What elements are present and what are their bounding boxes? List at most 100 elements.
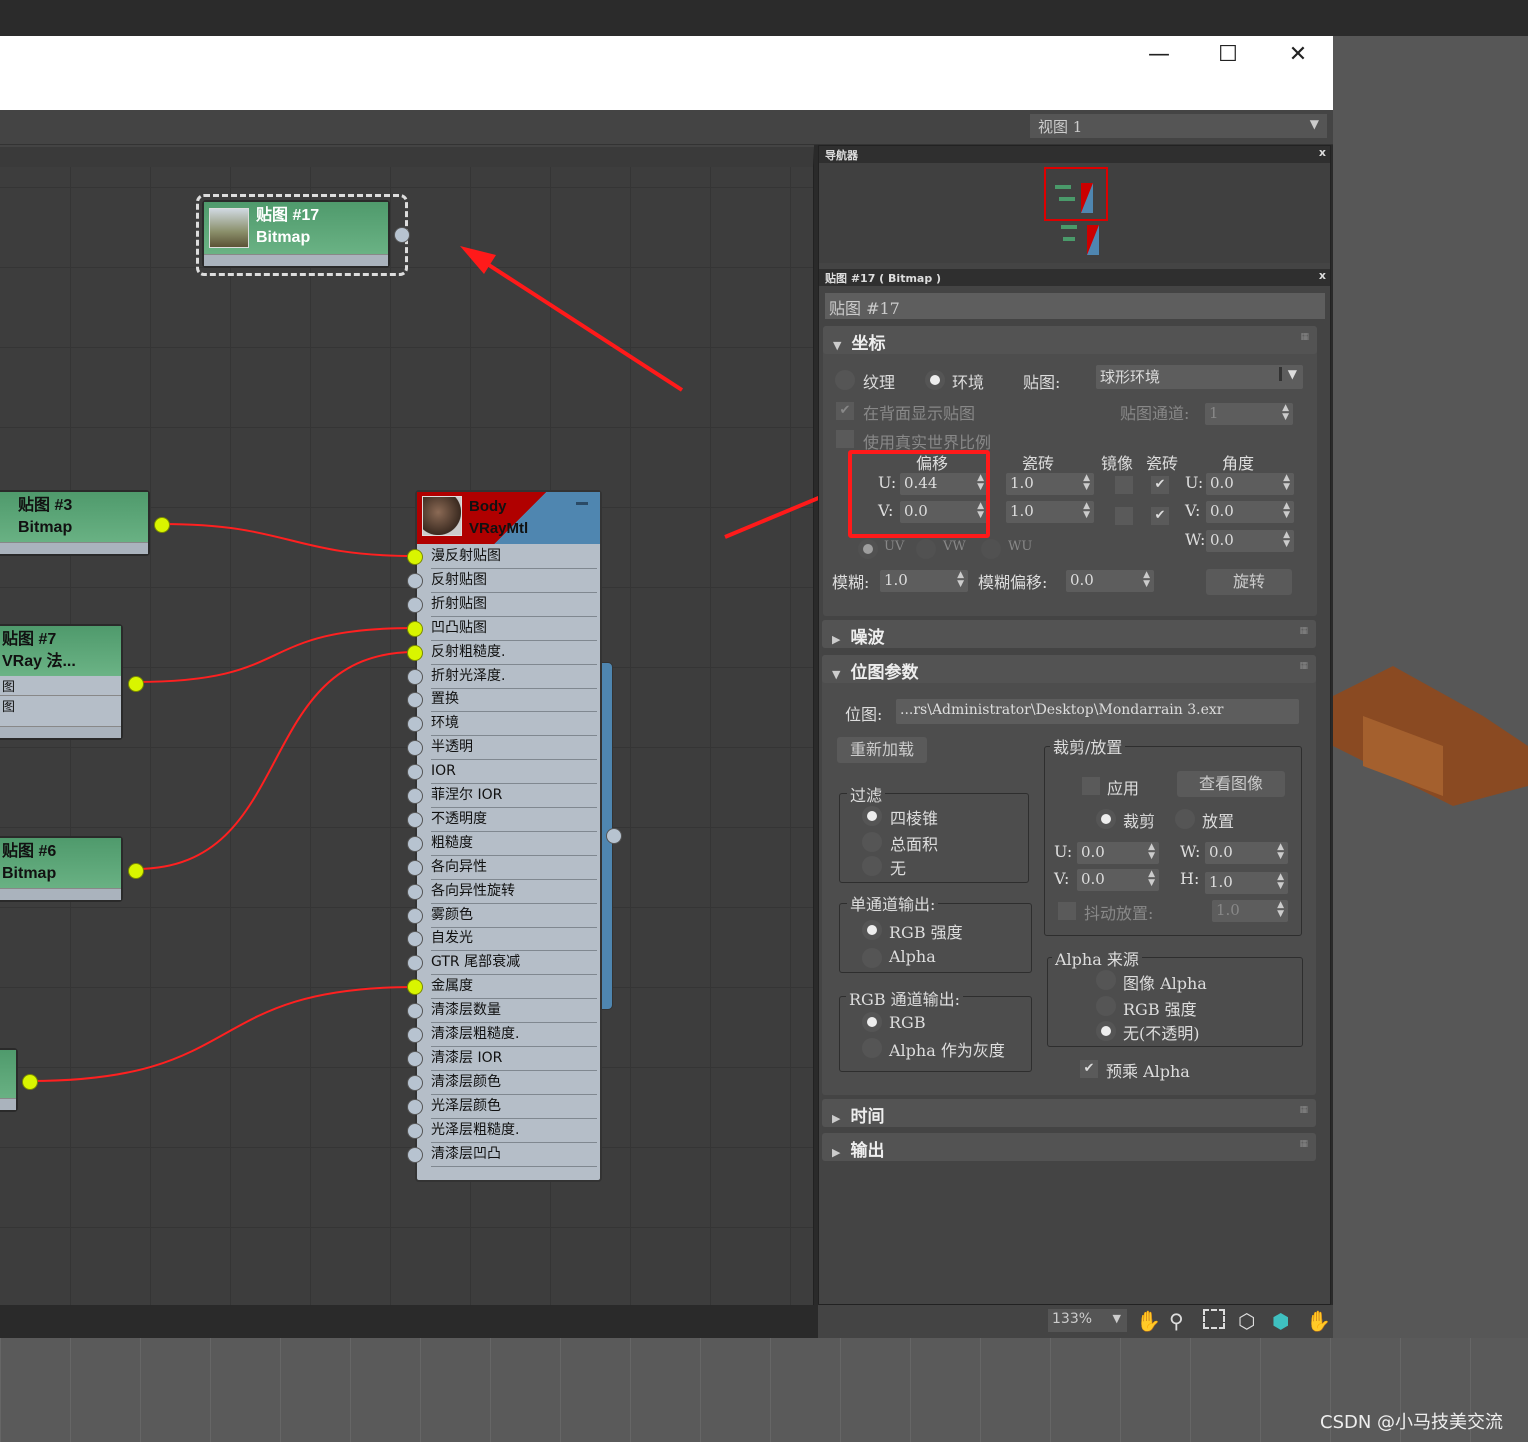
tile-v-checkbox[interactable]: ✔ bbox=[1151, 507, 1169, 525]
node-map6[interactable]: 贴图 #6 Bitmap bbox=[0, 836, 144, 902]
filter-none-radio[interactable] bbox=[862, 856, 882, 876]
output-socket[interactable] bbox=[128, 863, 144, 879]
uv-radio[interactable] bbox=[858, 539, 878, 559]
map-channel-spinner[interactable]: 1 ▲ ▼ bbox=[1205, 403, 1293, 425]
input-socket[interactable] bbox=[407, 931, 423, 948]
show-back-checkbox[interactable]: ✔ bbox=[836, 402, 854, 420]
zoom-select[interactable]: 133% ▼ bbox=[1048, 1309, 1127, 1332]
material-slot[interactable]: GTR 尾部衰减 bbox=[431, 951, 597, 976]
mapping-select[interactable]: 球形环境 ▼ bbox=[1096, 365, 1303, 389]
input-socket[interactable] bbox=[407, 1122, 423, 1139]
input-socket[interactable] bbox=[407, 979, 423, 996]
material-slot[interactable]: 光泽层粗糙度. bbox=[431, 1119, 597, 1143]
zoom-region-icon[interactable] bbox=[1203, 1309, 1225, 1329]
input-socket[interactable] bbox=[407, 835, 423, 852]
node-map3[interactable]: 贴图 #3 Bitmap bbox=[0, 490, 170, 556]
crop-u-spinner[interactable]: 0.0 ▲ ▼ bbox=[1077, 842, 1159, 864]
material-slot[interactable]: 反射粗糙度. bbox=[431, 641, 597, 665]
material-slot[interactable]: 自发光 bbox=[431, 927, 597, 952]
pan-to-selected-icon[interactable]: ✋ bbox=[1306, 1309, 1331, 1333]
rollout-bitmap[interactable]: ▼ 位图参数 ▦ bbox=[822, 655, 1316, 683]
material-slot[interactable]: 折射光泽度. bbox=[431, 665, 597, 689]
filter-summed-radio[interactable] bbox=[862, 832, 882, 852]
close-icon[interactable]: x bbox=[1319, 269, 1326, 282]
blur-spinner[interactable]: 1.0 ▲ ▼ bbox=[880, 570, 968, 592]
input-socket[interactable] bbox=[407, 1003, 423, 1020]
rotate-button[interactable]: 旋转 bbox=[1206, 569, 1292, 595]
blur-offset-spinner[interactable]: 0.0 ▲ ▼ bbox=[1066, 570, 1154, 592]
output-socket[interactable] bbox=[394, 227, 410, 243]
environ-radio[interactable] bbox=[925, 370, 945, 390]
close-icon[interactable]: ✕ bbox=[1283, 40, 1313, 70]
input-socket[interactable] bbox=[407, 644, 423, 661]
zoom-magnifier-icon[interactable]: ⚲ bbox=[1169, 1309, 1184, 1333]
map-name-field[interactable]: 贴图 #17 bbox=[825, 293, 1325, 319]
alpha-image-radio[interactable] bbox=[1096, 970, 1116, 990]
material-slot[interactable]: 清漆层颜色 bbox=[431, 1071, 597, 1095]
material-slot[interactable]: 各向异性旋转 bbox=[431, 880, 597, 904]
material-slot[interactable]: 清漆层 IOR bbox=[431, 1047, 597, 1071]
real-world-checkbox[interactable] bbox=[836, 430, 854, 448]
material-slot[interactable]: 粗糙度 bbox=[431, 832, 597, 856]
angle-u-spinner[interactable]: 0.0 ▲ ▼ bbox=[1206, 473, 1294, 495]
material-slot[interactable]: 反射贴图 bbox=[431, 569, 597, 593]
input-socket[interactable] bbox=[407, 907, 423, 924]
material-slot[interactable]: 菲涅尔 IOR bbox=[431, 784, 597, 808]
crop-apply-checkbox[interactable] bbox=[1082, 777, 1100, 795]
input-socket[interactable] bbox=[407, 859, 423, 876]
material-slot[interactable]: 清漆层凹凸 bbox=[431, 1143, 597, 1167]
input-socket[interactable] bbox=[407, 1098, 423, 1115]
input-socket[interactable] bbox=[407, 668, 423, 685]
tile-u-checkbox[interactable]: ✔ bbox=[1151, 476, 1169, 494]
input-socket[interactable] bbox=[407, 1027, 423, 1043]
material-slot[interactable]: 清漆层数量 bbox=[431, 999, 597, 1024]
node-partial[interactable] bbox=[0, 1048, 38, 1112]
rgb-alpha-radio[interactable] bbox=[862, 1038, 882, 1058]
node-material[interactable]: Body VRayMtl 漫反射贴图 反射贴图 折射贴图 凹凸贴图 反射粗糙度. 折射光泽… bbox=[407, 490, 602, 1182]
angle-w-spinner[interactable]: 0.0 ▲ ▼ bbox=[1206, 530, 1294, 552]
node-map7[interactable]: 贴图 #7 VRay 法... 图 图 bbox=[0, 624, 144, 740]
rollout-coords[interactable]: ▼ 坐标 ▦ bbox=[823, 326, 1317, 354]
crop-h-spinner[interactable]: 1.0 ▲ ▼ bbox=[1205, 872, 1288, 894]
output-socket[interactable] bbox=[22, 1074, 38, 1090]
rollout-noise[interactable]: ▶ 噪波 ▦ bbox=[822, 620, 1316, 648]
reload-button[interactable]: 重新加载 bbox=[837, 737, 927, 763]
output-socket[interactable] bbox=[128, 676, 144, 692]
navigator-view[interactable] bbox=[819, 163, 1330, 263]
output-socket[interactable] bbox=[154, 517, 170, 533]
rollout-output[interactable]: ▶ 输出 ▦ bbox=[822, 1133, 1316, 1161]
viewport-3d[interactable] bbox=[0, 1338, 1528, 1442]
jitter-checkbox[interactable] bbox=[1058, 902, 1076, 920]
crop-v-spinner[interactable]: 0.0 ▲ ▼ bbox=[1077, 869, 1159, 891]
texture-radio[interactable] bbox=[835, 370, 855, 390]
input-socket[interactable] bbox=[407, 620, 423, 637]
material-slot[interactable]: 凹凸贴图 bbox=[431, 617, 597, 641]
alpha-rgb-radio[interactable] bbox=[1096, 996, 1116, 1016]
filter-pyramidal-radio[interactable] bbox=[862, 806, 882, 826]
crop-radio[interactable] bbox=[1096, 809, 1116, 829]
input-socket[interactable] bbox=[407, 883, 423, 900]
jitter-spinner[interactable]: 1.0 ▲ ▼ bbox=[1212, 900, 1288, 922]
mirror-u-checkbox[interactable] bbox=[1115, 476, 1133, 494]
mono-rgb-radio[interactable] bbox=[862, 920, 882, 940]
maximize-icon[interactable]: ☐ bbox=[1213, 40, 1243, 70]
rgb-rgb-radio[interactable] bbox=[862, 1012, 882, 1032]
tiling-v-spinner[interactable]: 1.0 ▲ ▼ bbox=[1006, 501, 1094, 523]
place-radio[interactable] bbox=[1175, 809, 1195, 829]
close-icon[interactable]: x bbox=[1319, 146, 1326, 159]
material-output-socket[interactable] bbox=[606, 828, 622, 844]
material-slot[interactable]: IOR bbox=[431, 760, 597, 785]
input-socket[interactable] bbox=[407, 596, 423, 613]
material-slot[interactable]: 环境 bbox=[431, 712, 597, 737]
material-slot[interactable]: 光泽层颜色 bbox=[431, 1095, 597, 1119]
material-slot[interactable]: 半透明 bbox=[431, 736, 597, 761]
input-socket[interactable] bbox=[407, 811, 423, 828]
mono-alpha-radio[interactable] bbox=[862, 948, 882, 968]
input-socket[interactable] bbox=[407, 740, 423, 757]
material-slot[interactable]: 清漆层粗糙度. bbox=[431, 1023, 597, 1047]
tiling-u-spinner[interactable]: 1.0 ▲ ▼ bbox=[1006, 473, 1094, 495]
input-socket[interactable] bbox=[407, 955, 423, 972]
material-slot[interactable]: 雾颜色 bbox=[431, 904, 597, 928]
collapse-icon[interactable] bbox=[576, 502, 588, 505]
minimize-icon[interactable]: — bbox=[1144, 40, 1174, 70]
